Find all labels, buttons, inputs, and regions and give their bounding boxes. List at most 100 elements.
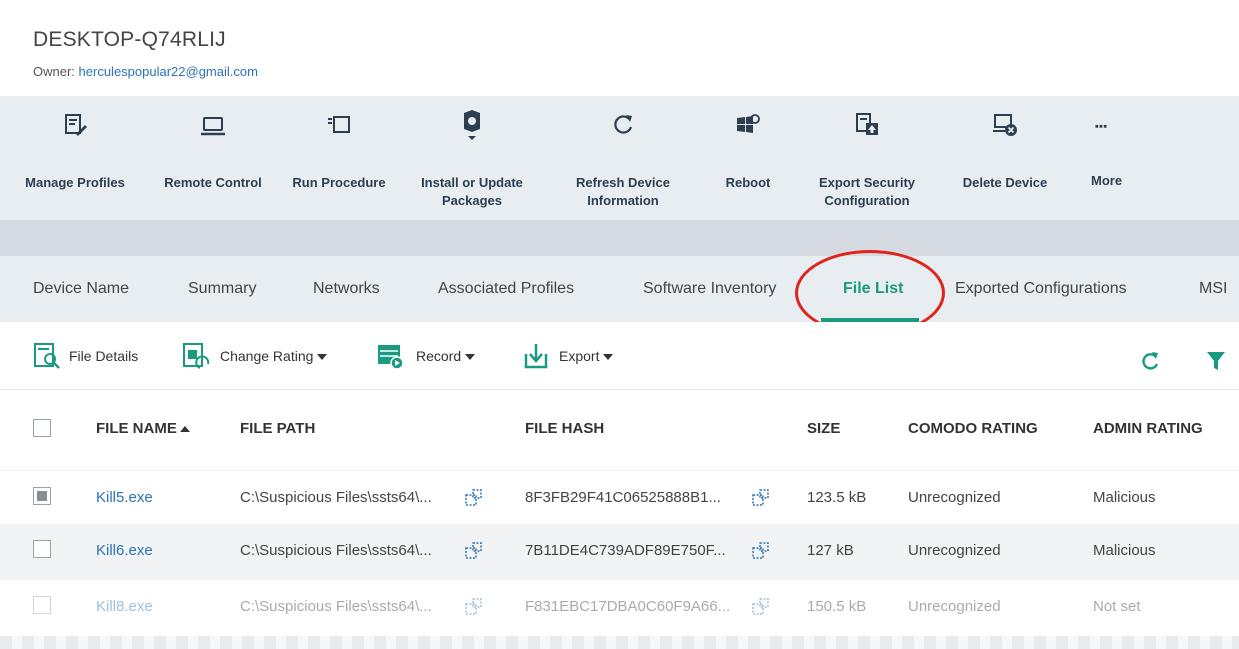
admin-rating-cell: Malicious	[1093, 542, 1156, 559]
file-hash-cell: F831EBC17DBA0C60F9A66...	[525, 598, 731, 615]
select-all-checkbox[interactable]	[33, 419, 51, 437]
row-checkbox[interactable]	[33, 596, 51, 614]
copy-path-icon[interactable]	[465, 489, 483, 507]
tab-software-inventory[interactable]: Software Inventory	[643, 256, 776, 322]
file-name-link[interactable]: Kill5.exe	[96, 489, 153, 506]
sort-asc-icon	[179, 426, 190, 433]
manage-profiles-label: Manage Profiles	[25, 175, 125, 190]
file-path-cell: C:\Suspicious Files\ssts64\...	[240, 598, 432, 615]
col-size-header[interactable]: SIZE	[807, 420, 840, 437]
refresh-device-label: Refresh Device Information	[552, 174, 694, 210]
col-admin-rating-header[interactable]: ADMIN RATING	[1093, 420, 1203, 437]
copy-hash-icon[interactable]	[752, 598, 770, 616]
change-rating-text: Change Rating	[220, 348, 314, 364]
refresh-device-line2: Information	[587, 193, 659, 208]
device-tabs: Device Name Summary Networks Associated …	[0, 256, 1239, 322]
row-checkbox[interactable]	[33, 540, 51, 558]
manage-profiles-button[interactable]: Manage Profiles	[12, 96, 138, 220]
copy-hash-icon[interactable]	[752, 489, 770, 507]
comodo-rating-cell: Unrecognized	[908, 542, 1001, 559]
file-hash-cell: 8F3FB29F41C06525888B1...	[525, 489, 721, 506]
manage-profiles-icon	[65, 114, 87, 136]
col-file-path-header[interactable]: FILE PATH	[240, 420, 315, 437]
file-path-cell: C:\Suspicious Files\ssts64\...	[240, 489, 432, 506]
torn-edge-divider	[0, 636, 1239, 649]
copy-path-icon[interactable]	[465, 598, 483, 616]
export-dropdown[interactable]: Export	[523, 340, 633, 372]
record-icon	[378, 345, 404, 370]
file-hash-cell: 7B11DE4C739ADF89E750F...	[525, 542, 726, 559]
table-row[interactable]: Kill8.exe C:\Suspicious Files\ssts64\...…	[0, 580, 1239, 636]
install-update-line2: Packages	[442, 193, 502, 208]
col-file-name-label: FILE NAME	[96, 420, 177, 437]
reboot-icon	[737, 114, 760, 133]
record-dropdown[interactable]: Record	[376, 340, 488, 372]
file-details-label: File Details	[69, 348, 139, 364]
run-procedure-label: Run Procedure	[292, 175, 386, 190]
install-update-label: Install or Update Packages	[402, 174, 542, 210]
record-label: Record	[416, 340, 476, 372]
export-label: Export	[559, 340, 614, 372]
owner-label: Owner:	[33, 64, 75, 79]
change-rating-label: Change Rating	[220, 340, 328, 372]
run-procedure-button[interactable]: Run Procedure	[280, 96, 398, 220]
delete-device-button[interactable]: Delete Device	[946, 96, 1064, 220]
device-header: DESKTOP-Q74RLIJ Owner: herculespopular22…	[0, 0, 1239, 96]
remote-control-label: Remote Control	[164, 175, 262, 190]
table-row[interactable]: Kill6.exe C:\Suspicious Files\ssts64\...…	[0, 524, 1239, 580]
col-comodo-rating-header[interactable]: COMODO RATING	[908, 420, 1038, 437]
export-security-config-button[interactable]: Export Security Configuration	[800, 96, 934, 220]
export-security-label: Export Security Configuration	[800, 174, 934, 210]
file-details-icon	[34, 343, 60, 369]
chevron-down-icon	[603, 354, 614, 361]
owner-email-link[interactable]: herculespopular22@gmail.com	[79, 64, 258, 79]
chevron-down-icon	[465, 354, 476, 361]
table-header: FILE NAME FILE PATH FILE HASH SIZE COMOD…	[0, 390, 1239, 470]
file-details-button[interactable]: File Details	[33, 340, 153, 372]
size-cell: 123.5 kB	[807, 489, 867, 506]
export-security-line1: Export Security	[818, 175, 916, 190]
export-config-icon	[856, 113, 878, 135]
delete-device-icon	[993, 114, 1017, 136]
tab-msi[interactable]: MSI	[1199, 256, 1227, 322]
refresh-device-info-button[interactable]: Refresh Device Information	[552, 96, 694, 220]
more-button[interactable]: More	[1076, 96, 1123, 220]
change-rating-dropdown[interactable]: Change Rating	[182, 340, 352, 372]
table-row[interactable]: Kill5.exe C:\Suspicious Files\ssts64\...…	[0, 470, 1239, 526]
col-file-hash-header[interactable]: FILE HASH	[525, 420, 604, 437]
install-update-line1: Install or Update	[421, 175, 523, 190]
copy-hash-icon[interactable]	[752, 542, 770, 560]
device-toolbar: Manage Profiles Remote Control Run Proce…	[0, 96, 1239, 220]
install-update-packages-button[interactable]: Install or Update Packages	[402, 96, 542, 220]
admin-rating-cell: Not set	[1093, 598, 1141, 615]
remote-control-button[interactable]: Remote Control	[150, 96, 276, 220]
tab-summary[interactable]: Summary	[188, 256, 256, 322]
more-label: More	[1091, 173, 1123, 188]
tab-networks[interactable]: Networks	[313, 256, 380, 322]
file-name-link[interactable]: Kill8.exe	[96, 598, 153, 615]
reboot-label: Reboot	[725, 175, 771, 190]
export-text: Export	[559, 348, 600, 364]
reboot-button[interactable]: Reboot	[706, 96, 790, 220]
tab-device-name[interactable]: Device Name	[33, 256, 129, 322]
admin-rating-cell: Malicious	[1093, 489, 1156, 506]
row-checkbox[interactable]	[33, 487, 51, 505]
col-file-name-header[interactable]: FILE NAME	[96, 420, 190, 437]
package-icon	[464, 110, 480, 140]
export-download-icon	[524, 344, 548, 369]
copy-path-icon[interactable]	[465, 542, 483, 560]
separator-strip	[0, 220, 1239, 256]
tab-exported-configurations[interactable]: Exported Configurations	[955, 256, 1127, 322]
filter-icon[interactable]	[1206, 350, 1226, 372]
size-cell: 150.5 kB	[807, 598, 867, 615]
refresh-list-icon[interactable]	[1140, 350, 1160, 372]
file-name-link[interactable]: Kill6.exe	[96, 542, 153, 559]
owner-line: Owner: herculespopular22@gmail.com	[33, 64, 258, 79]
delete-device-label: Delete Device	[962, 175, 1048, 190]
size-cell: 127 kB	[807, 542, 854, 559]
refresh-icon	[614, 115, 633, 134]
change-rating-icon	[183, 343, 210, 369]
refresh-device-line1: Refresh Device	[576, 175, 670, 190]
tab-associated-profiles[interactable]: Associated Profiles	[438, 256, 574, 322]
run-procedure-icon	[328, 116, 350, 133]
